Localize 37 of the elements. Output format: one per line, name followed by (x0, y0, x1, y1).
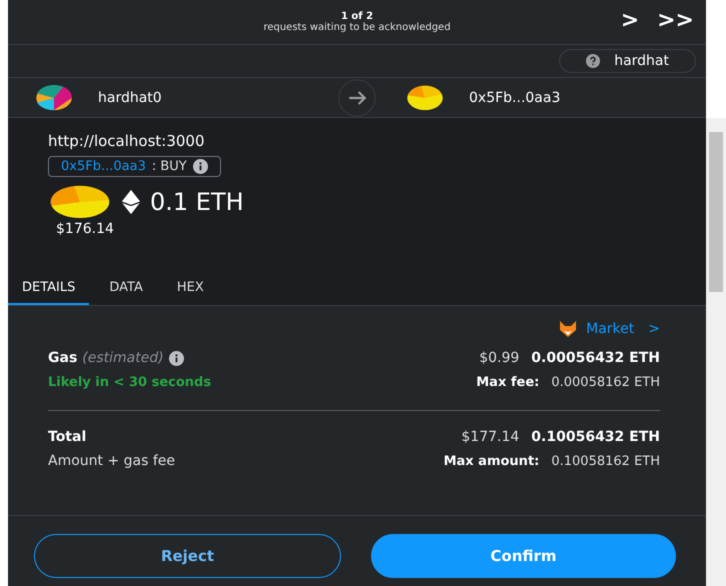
total-label: Total (48, 429, 86, 445)
max-fee-value: 0.00058162 ETH (551, 374, 660, 390)
queue-message: requests waiting to be acknowledged (263, 22, 451, 33)
gas-fiat: $0.99 (479, 350, 520, 366)
max-amount-label: Max amount: (444, 454, 540, 468)
request-counter: 1 of 2 (340, 11, 374, 22)
total-fiat: $177.14 (461, 429, 520, 445)
site-origin: http://localhost:3000 (48, 132, 206, 150)
total-subtitle: Amount + gas fee (48, 453, 176, 469)
recipient-avatar-icon (48, 185, 112, 219)
estimated-note: (estimated) (82, 350, 164, 366)
tab[interactable]: DATA (95, 272, 157, 305)
ethereum-icon (120, 189, 142, 215)
max-amount-value: 0.10058162 ETH (551, 454, 660, 468)
network-selector[interactable]: hardhat (559, 49, 696, 73)
gas-eth: 0.00056432 ETH (531, 350, 660, 366)
max-fee-label: Max fee: (476, 374, 540, 390)
scrollbar[interactable] (706, 118, 726, 586)
contract-address-link[interactable]: 0x5Fb...0aa3 (61, 159, 146, 174)
fiat-amount: $176.14 (56, 221, 115, 237)
tab[interactable]: DETAILS (8, 272, 90, 305)
help-icon (586, 54, 600, 68)
last-button[interactable]: >> (657, 8, 694, 34)
next-button[interactable]: > (620, 8, 640, 34)
market-link[interactable]: Market > (558, 320, 660, 338)
speed-estimate: Likely in < 30 seconds (48, 374, 212, 390)
transaction-amount: 0.1 ETH (150, 188, 244, 216)
recipient-address: 0x5Fb...0aa3 (469, 90, 560, 106)
total-eth: 0.10056432 ETH (531, 429, 660, 445)
reject-button[interactable]: Reject (34, 534, 341, 578)
fox-icon (558, 320, 578, 338)
info-icon (192, 159, 208, 174)
info-icon (168, 350, 184, 366)
tab[interactable]: HEX (162, 272, 218, 305)
method-name: : BUY (152, 159, 187, 174)
gas-label: Gas (48, 350, 78, 366)
sender-account: hardhat0 (98, 90, 162, 106)
